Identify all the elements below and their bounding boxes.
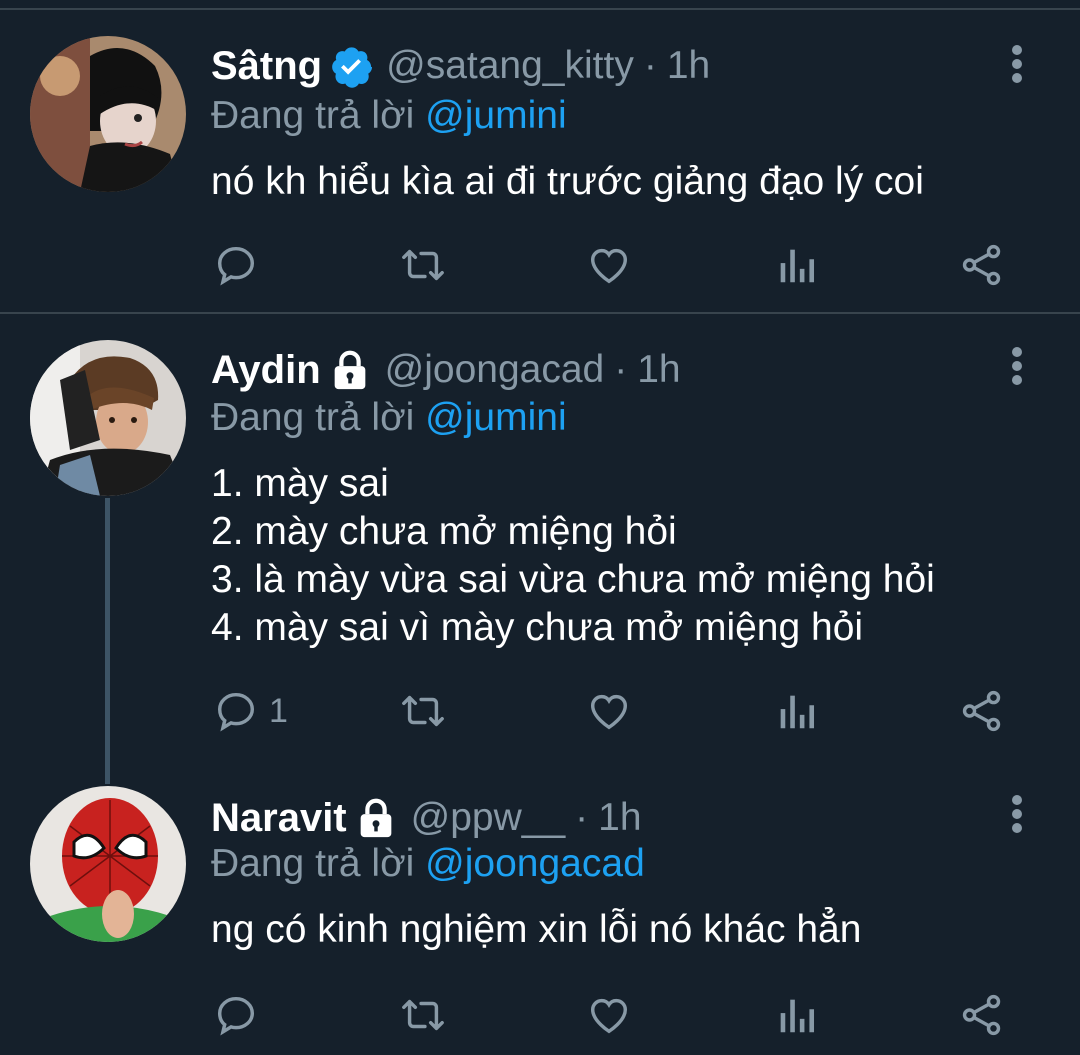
reply-icon [217, 692, 255, 732]
timestamp[interactable]: 1h [598, 796, 641, 840]
tweet-text-line: 1. mày sai [211, 462, 389, 505]
tweet-header: Naravit @ppw__ · 1h [211, 792, 642, 844]
more-options-icon[interactable] [1006, 346, 1028, 388]
retweet-button[interactable] [398, 990, 448, 1040]
replying-to-label: Đang trả lời [211, 842, 415, 885]
retweet-icon [402, 249, 444, 281]
author-name[interactable]: Naravit [211, 796, 347, 841]
like-button[interactable] [585, 990, 633, 1040]
tweet-header: Sâtng @satang_kitty · 1h [211, 40, 710, 92]
replying-to-label: Đang trả lời [211, 396, 415, 439]
reply-button[interactable] [213, 990, 269, 1040]
analytics-button[interactable] [776, 686, 816, 736]
action-bar [0, 240, 1080, 290]
avatar[interactable] [30, 786, 186, 942]
reply-icon [217, 996, 255, 1036]
lock-icon [327, 347, 373, 393]
timestamp[interactable]: 1h [667, 44, 710, 88]
tweet-text-line: 2. mày chưa mở miệng hỏi [211, 510, 677, 553]
tweet-text: nó kh hiểu kìa ai đi trước giảng đạo lý … [211, 158, 924, 206]
author-handle[interactable]: @joongacad [385, 348, 605, 392]
heart-icon [590, 998, 628, 1034]
reply-button[interactable]: 1 [213, 686, 288, 736]
author-handle[interactable]: @satang_kitty [386, 44, 634, 88]
analytics-icon [780, 249, 815, 283]
reply-icon [217, 246, 255, 286]
tweet-text-line: ng có kinh nghiệm xin lỗi nó khác hẳn [211, 908, 862, 951]
reply-count: 1 [269, 691, 288, 730]
verified-icon [328, 43, 374, 89]
analytics-icon [780, 999, 815, 1033]
tweet-text-line: nó kh hiểu kìa ai đi trước giảng đạo lý … [211, 160, 924, 203]
tweet-text: ng có kinh nghiệm xin lỗi nó khác hẳn [211, 906, 861, 954]
separator-dot: · [643, 44, 657, 87]
share-icon [962, 244, 1001, 286]
retweet-button[interactable] [398, 686, 448, 736]
reply-button[interactable] [213, 240, 269, 290]
author-handle[interactable]: @ppw__ [411, 796, 566, 840]
tweet-header: Aydin @joongacad · 1h [211, 344, 681, 396]
action-bar [0, 990, 1080, 1040]
lock-icon [353, 795, 399, 841]
mention-link[interactable]: @joongacad [425, 842, 645, 885]
tweet-thread-screen: Sâtng @satang_kitty · 1h Đang trả lời @j… [0, 0, 1080, 1055]
top-divider [0, 8, 1080, 10]
analytics-icon [780, 695, 815, 729]
avatar[interactable] [30, 340, 186, 496]
share-button[interactable] [958, 686, 1006, 736]
replying-to: Đang trả lời @jumini [211, 94, 567, 138]
share-icon [962, 690, 1001, 732]
mention-link[interactable]: @jumini [425, 94, 566, 137]
timestamp[interactable]: 1h [637, 348, 680, 392]
analytics-button[interactable] [776, 240, 816, 290]
like-button[interactable] [585, 686, 633, 736]
analytics-button[interactable] [776, 990, 816, 1040]
action-bar: 1 [0, 686, 1080, 736]
replying-to: Đang trả lời @joongacad [211, 842, 645, 886]
retweet-icon [402, 695, 444, 727]
heart-icon [590, 248, 628, 284]
separator-dot: · [575, 796, 589, 839]
like-button[interactable] [585, 240, 633, 290]
author-name[interactable]: Sâtng [211, 44, 322, 89]
more-options-icon[interactable] [1006, 794, 1028, 836]
share-icon [962, 994, 1001, 1036]
tweet-divider [0, 312, 1080, 314]
retweet-icon [402, 999, 444, 1031]
thread-line [105, 498, 110, 784]
share-button[interactable] [958, 990, 1006, 1040]
tweet-text-line: 3. là mày vừa sai vừa chưa mở miệng hỏi [211, 558, 935, 601]
replying-to-label: Đang trả lời [211, 94, 415, 137]
more-options-icon[interactable] [1006, 44, 1028, 86]
replying-to: Đang trả lời @jumini [211, 396, 567, 440]
tweet-text-line: 4. mày sai vì mày chưa mở miệng hỏi [211, 606, 864, 649]
avatar[interactable] [30, 36, 186, 192]
share-button[interactable] [958, 240, 1006, 290]
mention-link[interactable]: @jumini [425, 396, 566, 439]
heart-icon [590, 694, 628, 730]
retweet-button[interactable] [398, 240, 448, 290]
separator-dot: · [614, 348, 628, 391]
tweet-text: 1. mày sai 2. mày chưa mở miệng hỏi 3. l… [211, 460, 935, 652]
author-name[interactable]: Aydin [211, 348, 321, 393]
